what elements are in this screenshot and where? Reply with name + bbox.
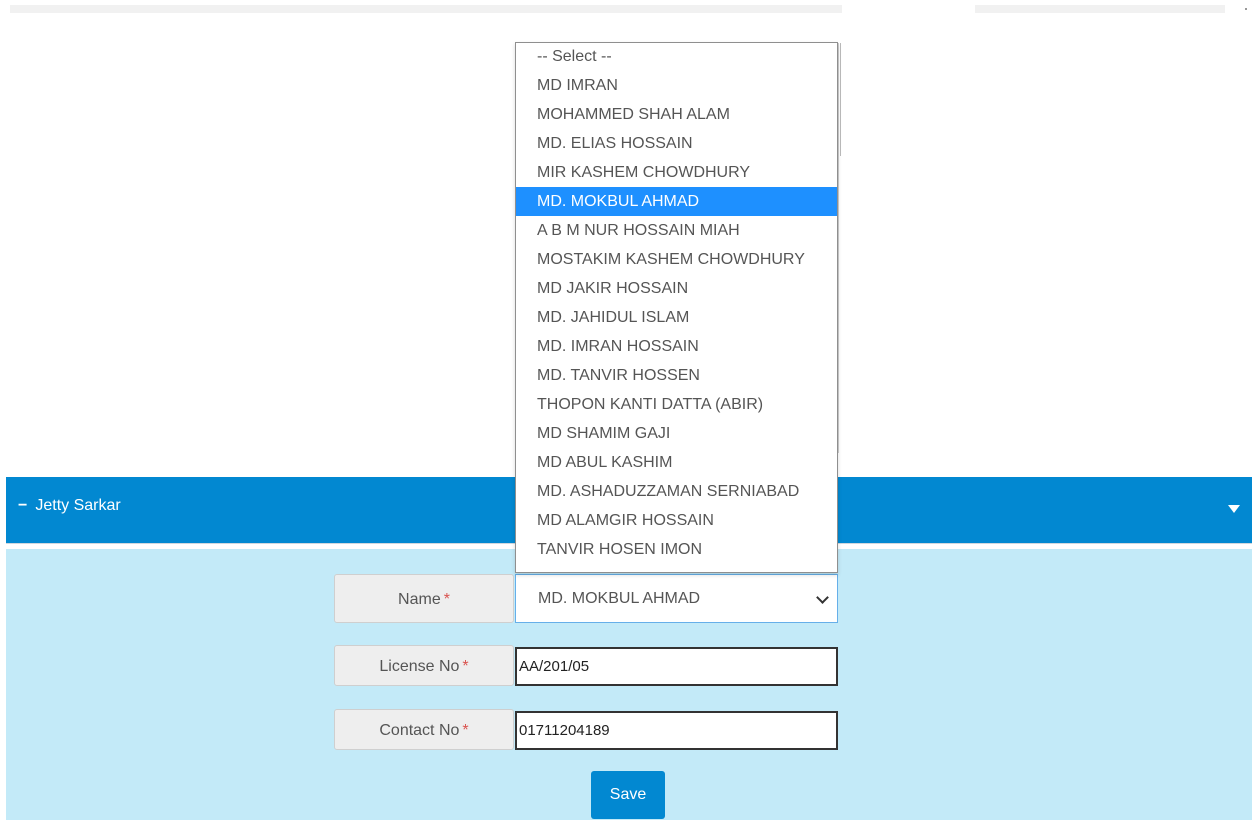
panel-title[interactable]: − Jetty Sarkar	[18, 497, 121, 515]
contact-label: Contact No *	[334, 709, 514, 750]
dropdown-option[interactable]: MOSTAKIM KASHEM CHOWDHURY	[516, 245, 837, 274]
top-mark	[1245, 8, 1247, 10]
dropdown-option[interactable]: MD. ASHADUZZAMAN SERNIABAD	[516, 477, 837, 506]
dropdown-option[interactable]: MD. MOKBUL AHMAD	[516, 187, 837, 216]
dropdown-option[interactable]: MIR KASHEM CHOWDHURY	[516, 158, 837, 187]
dropdown-option[interactable]: MD ALAMGIR HOSSAIN	[516, 506, 837, 535]
dropdown-option[interactable]: MD ABUL KASHIM	[516, 448, 837, 477]
name-select[interactable]: MD. MOKBUL AHMAD	[515, 574, 838, 623]
dropdown-option[interactable]: MD. JAHIDUL ISLAM	[516, 303, 837, 332]
required-marker: *	[462, 722, 469, 739]
dropdown-option[interactable]: MOHAMMED SHAH ALAM	[516, 100, 837, 129]
name-label: Name *	[334, 574, 514, 623]
top-divider	[10, 5, 842, 13]
dropdown-option[interactable]: TANVIR HOSEN IMON	[516, 535, 837, 564]
dropdown-option[interactable]: MD. ELIAS HOSSAIN	[516, 129, 837, 158]
dropdown-option[interactable]: MD SHAMIM GAJI	[516, 419, 837, 448]
panel-title-text: Jetty Sarkar	[35, 497, 121, 514]
dropdown-option[interactable]: MD. TANVIR HOSSEN	[516, 361, 837, 390]
required-marker: *	[443, 591, 450, 608]
dropdown-option[interactable]: A B M NUR HOSSAIN MIAH	[516, 216, 837, 245]
name-dropdown-list[interactable]: -- Select -- MD IMRAN MOHAMMED SHAH ALAM MD…	[515, 42, 838, 573]
name-select-value: MD. MOKBUL AHMAD	[538, 590, 701, 607]
dropdown-option[interactable]: MD IMRAN	[516, 71, 837, 100]
dropdown-option[interactable]: -- Select --	[516, 43, 837, 71]
contact-input[interactable]	[515, 711, 838, 750]
caret-down-icon[interactable]	[1228, 505, 1240, 513]
dropdown-option[interactable]: MD. IMRAN HOSSAIN	[516, 332, 837, 361]
license-label: License No *	[334, 645, 514, 686]
collapse-icon[interactable]: −	[18, 497, 27, 515]
background-field-border	[838, 43, 839, 453]
dropdown-option[interactable]: THOPON KANTI DATTA (ABIR)	[516, 390, 837, 419]
top-divider-right	[975, 5, 1225, 13]
license-input[interactable]	[515, 647, 838, 686]
required-marker: *	[462, 658, 469, 675]
dropdown-option[interactable]: MD JAKIR HOSSAIN	[516, 274, 837, 303]
save-button[interactable]: Save	[591, 771, 665, 819]
chevron-down-icon[interactable]	[816, 591, 829, 604]
